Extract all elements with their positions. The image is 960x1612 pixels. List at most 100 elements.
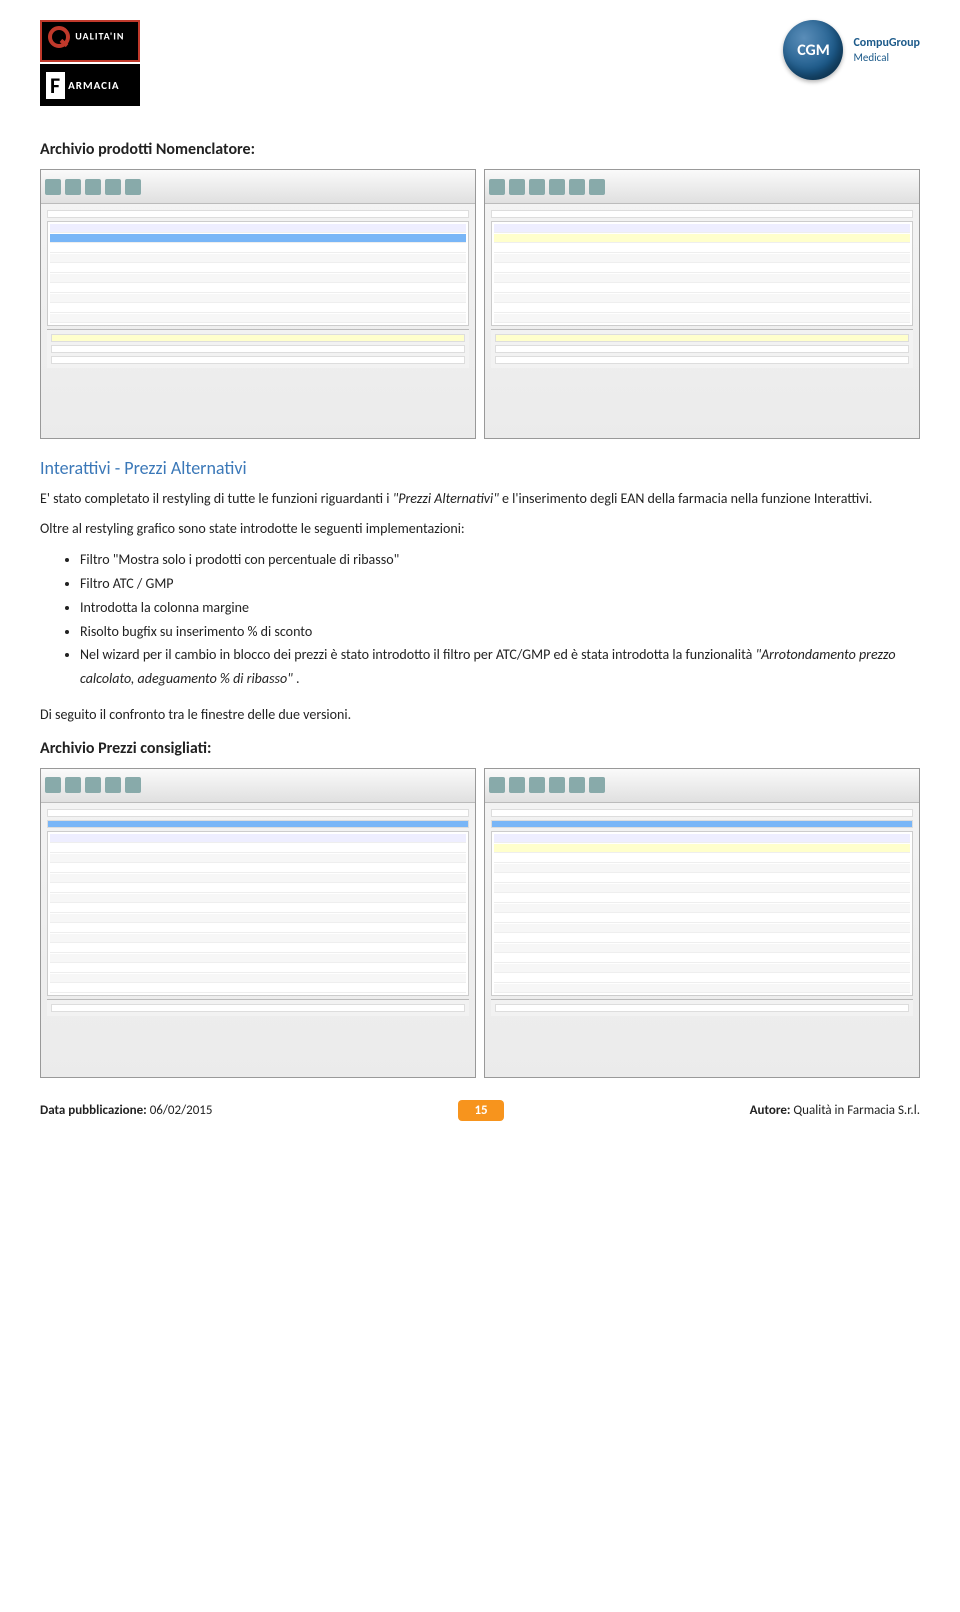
toolbar-icon [85,777,101,793]
status-field [495,1004,909,1012]
toolbar-icon [589,179,605,195]
section-title-prezzi: Archivio Prezzi consigliati: [40,739,920,758]
toolbar-icon [529,179,545,195]
grid-row [50,294,466,303]
footer-author: Autore: Qualità in Farmacia S.r.l. [750,1103,920,1118]
grid-row [50,244,466,253]
grid-row [494,984,910,993]
qif-logo-top-text: UALITA'IN [75,29,124,42]
toolbar-icon [509,179,525,195]
data-grid [47,221,469,326]
date-bar [47,820,469,828]
p1-part-b: e l'inserimento degli EAN della farmacia… [502,490,872,507]
paragraph-implementations: Oltre al restyling grafico sono state in… [40,519,920,539]
grid-row [50,864,466,873]
grid-row [494,944,910,953]
filter-bar [491,210,913,218]
toolbar-icon [529,777,545,793]
grid-row [50,934,466,943]
grid-row [494,874,910,883]
grid-header [494,224,910,233]
grid-row [494,244,910,253]
cgm-badge-text: CGM [797,41,830,60]
grid-row [50,984,466,993]
grid-row [50,944,466,953]
grid-row [50,254,466,263]
page-number-badge: 15 [458,1100,503,1121]
detail-field [51,356,465,364]
grid-row [50,844,466,853]
toolbar-icon [509,777,525,793]
grid-row [50,914,466,923]
grid-row [494,854,910,863]
b5-part-b: . [296,670,300,687]
screenshot-prezzi-new [484,768,920,1078]
page-footer: Data pubblicazione: 06/02/2015 15 Autore… [40,1100,920,1121]
qif-logo-bottom: F ARMACIA [40,64,140,106]
detail-panel [47,329,469,368]
grid-header [494,834,910,843]
grid-row [494,964,910,973]
toolbar-icon [125,777,141,793]
toolbar-icon [45,777,61,793]
status-bar [491,999,913,1016]
grid-header [50,224,466,233]
qif-logo-bottom-text: ARMACIA [68,79,119,92]
grid-row [494,974,910,983]
screenshots-row-nomenclatore [40,169,920,439]
screenshot-nomenclatore-new [484,169,920,439]
grid-row [494,924,910,933]
data-grid [491,221,913,326]
grid-row [494,284,910,293]
grid-row-highlight [494,844,910,853]
b5-part-a: Nel wizard per il cambio in blocco dei p… [80,646,755,663]
grid-row [50,964,466,973]
data-grid [491,831,913,996]
grid-row [494,884,910,893]
subsection-title-interattivi: Interattivi - Prezzi Alternativi [40,457,920,479]
toolbar-icon [569,179,585,195]
grid-row [494,934,910,943]
section-title-nomenclatore: Archivio prodotti Nomenclatore: [40,140,920,159]
detail-panel [491,329,913,368]
footer-author-label: Autore: [750,1103,791,1118]
screenshots-row-prezzi [40,768,920,1078]
screenshot-prezzi-old [40,768,476,1078]
paragraph-comparison: Di seguito il confronto tra le finestre … [40,705,920,725]
footer-author-value: Qualità in Farmacia S.r.l. [793,1103,920,1118]
highlighted-field [51,334,465,342]
grid-row [494,304,910,313]
qif-logo: UALITA'IN F ARMACIA [40,20,140,110]
screenshot-nomenclatore-old [40,169,476,439]
footer-panel [47,999,469,1016]
page-header: UALITA'IN F ARMACIA CGM CompuGroup Medic… [40,20,920,110]
detail-field [495,356,909,364]
toolbar-icon [569,777,585,793]
detail-field [495,345,909,353]
window-toolbar [41,769,475,803]
toolbar-icon [85,179,101,195]
cgm-company-name: CompuGroup Medical [853,36,920,64]
grid-header [50,834,466,843]
cgm-logo: CGM CompuGroup Medical [783,20,920,80]
qif-logo-top: UALITA'IN [40,20,140,62]
grid-row [50,904,466,913]
toolbar-icon [65,777,81,793]
list-item: Risolto bugfix su inserimento % di scont… [80,620,920,644]
grid-row [50,304,466,313]
toolbar-icon [65,179,81,195]
footer-date-label: Data pubblicazione: [40,1103,147,1118]
grid-row [50,924,466,933]
grid-row [50,314,466,323]
p1-part-a: E' stato completato il restyling di tutt… [40,490,393,507]
grid-row [494,954,910,963]
cgm-line1: CompuGroup [853,36,920,50]
grid-row [50,884,466,893]
letter-q-icon [48,26,70,48]
footer-date: Data pubblicazione: 06/02/2015 [40,1103,212,1118]
grid-row [50,264,466,273]
footer-date-value: 06/02/2015 [150,1103,213,1118]
list-item: Nel wizard per il cambio in blocco dei p… [80,643,920,691]
grid-row-selected [50,234,466,243]
grid-row [494,274,910,283]
